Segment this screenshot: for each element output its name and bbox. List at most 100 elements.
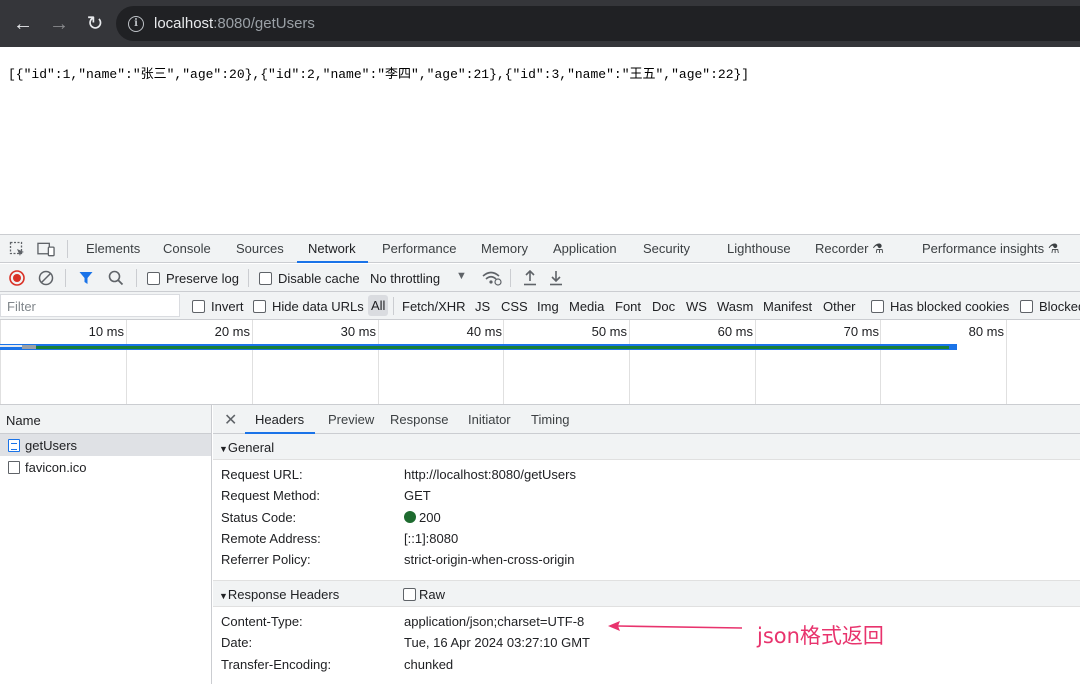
- tick-label: 70 ms: [843, 324, 879, 339]
- request-row-favicon[interactable]: favicon.ico: [0, 456, 211, 478]
- clear-icon[interactable]: [38, 270, 54, 289]
- import-har-icon[interactable]: [523, 269, 537, 289]
- filter-type-ws[interactable]: WS: [686, 299, 707, 314]
- header-key: Request Method:: [221, 488, 321, 504]
- filter-type-js[interactable]: JS: [475, 299, 490, 314]
- header-key: Referrer Policy:: [221, 552, 311, 568]
- general-row: Request Method: GET: [213, 485, 1080, 506]
- raw-checkbox[interactable]: [403, 588, 416, 601]
- tab-recorder[interactable]: Recorder ⚗: [815, 241, 884, 257]
- tab-response[interactable]: Response: [390, 412, 449, 427]
- export-har-icon[interactable]: [549, 270, 563, 289]
- grid-line: [503, 320, 504, 404]
- has-blocked-cookies-checkbox[interactable]: [871, 300, 884, 313]
- header-key: Status Code:: [221, 509, 297, 525]
- filter-type-fetch-xhr[interactable]: Fetch/XHR: [402, 299, 466, 314]
- tab-application[interactable]: Application: [553, 241, 617, 256]
- request-list: Name getUsers favicon.ico: [0, 405, 212, 684]
- general-row: Remote Address: [::1]:8080: [213, 528, 1080, 549]
- toolbar-separator: [510, 269, 511, 287]
- header-key: Content-Type:: [221, 614, 303, 629]
- tick-label: 50 ms: [591, 324, 627, 339]
- browser-toolbar: ← → ↻ i localhost:8080/getUsers: [0, 0, 1080, 47]
- tab-console[interactable]: Console: [163, 241, 211, 256]
- toolbar-separator: [248, 269, 249, 287]
- tab-headers[interactable]: Headers: [255, 412, 304, 427]
- disable-cache-label: Disable cache: [278, 271, 360, 286]
- raw-label: Raw: [419, 587, 446, 602]
- general-row: Referrer Policy: strict-origin-when-cross…: [213, 549, 1080, 570]
- disable-cache-checkbox[interactable]: [259, 272, 272, 285]
- toolbar-separator: [393, 297, 394, 315]
- filter-type-other[interactable]: Other: [823, 299, 856, 314]
- triangle-down-icon: ▼: [219, 591, 228, 601]
- tab-initiator[interactable]: Initiator: [468, 412, 511, 427]
- tab-sources[interactable]: Sources: [236, 241, 284, 256]
- reload-icon[interactable]: ↻: [84, 13, 106, 35]
- tick-label: 30 ms: [340, 324, 376, 339]
- response-headers-section-header[interactable]: ▼Response Headers Raw: [213, 581, 1080, 607]
- invert-checkbox[interactable]: [192, 300, 205, 313]
- chevron-down-icon[interactable]: ▼: [456, 270, 467, 282]
- info-icon[interactable]: i: [128, 15, 144, 32]
- tab-elements[interactable]: Elements: [86, 241, 140, 256]
- tab-timing[interactable]: Timing: [531, 412, 570, 427]
- filter-type-font[interactable]: Font: [615, 299, 641, 314]
- annotation-arrow: [608, 621, 743, 631]
- grid-line: [252, 320, 253, 404]
- filter-type-doc[interactable]: Doc: [652, 299, 675, 314]
- preserve-log-checkbox[interactable]: [147, 272, 160, 285]
- filter-input[interactable]: Filter: [0, 294, 180, 317]
- grid-line: [126, 320, 127, 404]
- tab-preview[interactable]: Preview: [328, 412, 374, 427]
- status-code-value: 200: [404, 510, 441, 525]
- request-row-getusers[interactable]: getUsers: [0, 434, 211, 456]
- filter-type-img[interactable]: Img: [537, 299, 559, 314]
- grid-line: [378, 320, 379, 404]
- hide-data-urls-checkbox[interactable]: [253, 300, 266, 313]
- address-bar[interactable]: i localhost:8080/getUsers: [116, 6, 1080, 41]
- devtools-panel: Elements Console Sources Network Perform…: [0, 234, 1080, 684]
- grid-line: [1006, 320, 1007, 404]
- devtools-tab-bar: Elements Console Sources Network Perform…: [0, 235, 1080, 263]
- tick-label: 20 ms: [214, 324, 250, 339]
- throttling-select[interactable]: No throttling: [370, 271, 440, 286]
- header-value: chunked: [404, 656, 454, 672]
- flask-icon: ⚗: [872, 241, 884, 256]
- requests-and-details: Name getUsers favicon.ico ✕ Headers Prev…: [0, 405, 1080, 684]
- filter-type-all[interactable]: All: [368, 295, 389, 316]
- status-code-text: 200: [419, 509, 441, 525]
- filter-funnel-icon[interactable]: [79, 271, 93, 288]
- blocked-requests-checkbox[interactable]: [1020, 300, 1033, 313]
- request-name: getUsers: [25, 437, 78, 453]
- name-column-header[interactable]: Name: [0, 405, 211, 434]
- filter-type-manifest[interactable]: Manifest: [763, 299, 812, 314]
- general-section-header[interactable]: ▼General: [213, 434, 1080, 460]
- filter-type-css[interactable]: CSS: [501, 299, 528, 314]
- filter-type-wasm[interactable]: Wasm: [717, 299, 753, 314]
- search-icon[interactable]: [108, 270, 124, 289]
- tab-performance-insights[interactable]: Performance insights ⚗: [922, 241, 1059, 257]
- has-blocked-cookies-label: Has blocked cookies: [890, 299, 1010, 314]
- tab-performance[interactable]: Performance: [382, 241, 456, 256]
- record-stop-icon[interactable]: [9, 270, 25, 289]
- device-toolbar-icon[interactable]: [37, 240, 55, 258]
- tab-network[interactable]: Network: [308, 241, 356, 256]
- inspect-element-icon[interactable]: [8, 240, 26, 258]
- forward-arrow-icon[interactable]: →: [48, 13, 70, 35]
- tab-lighthouse[interactable]: Lighthouse: [727, 241, 791, 256]
- timeline-overview[interactable]: 10 ms 20 ms 30 ms 40 ms 50 ms 60 ms 70 m…: [0, 320, 1080, 405]
- tick-label: 40 ms: [466, 324, 502, 339]
- network-conditions-icon[interactable]: [482, 270, 502, 289]
- grid-line: [629, 320, 630, 404]
- tab-memory[interactable]: Memory: [481, 241, 528, 256]
- json-response-text: [{"id":1,"name":"张三","age":20},{"id":2,"…: [8, 67, 750, 82]
- triangle-down-icon: ▼: [219, 444, 228, 454]
- back-arrow-icon[interactable]: ←: [12, 13, 34, 35]
- tab-security[interactable]: Security: [643, 241, 690, 256]
- filter-type-media[interactable]: Media: [569, 299, 604, 314]
- general-rows: Request URL: http://localhost:8080/getUse…: [213, 460, 1080, 581]
- header-key: Request URL:: [221, 467, 303, 482]
- close-icon[interactable]: ✕: [224, 410, 237, 430]
- filter-bar: Filter Invert Hide data URLs All Fetch/X…: [0, 292, 1080, 320]
